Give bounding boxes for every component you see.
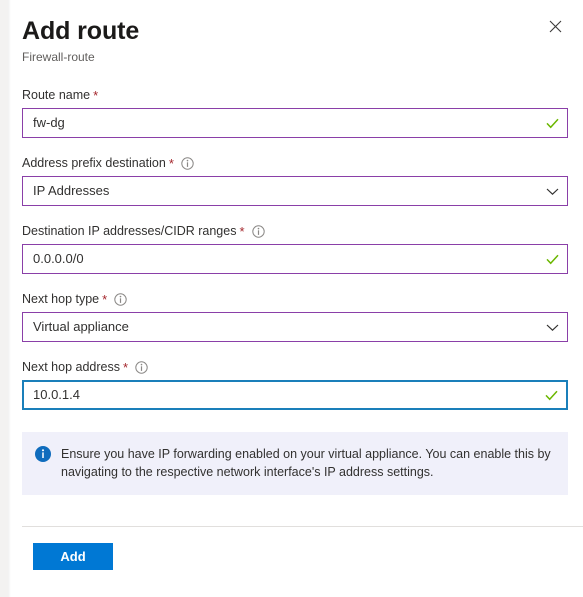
route-name-input[interactable]: fw-dg bbox=[22, 108, 568, 138]
required-asterisk: * bbox=[93, 87, 99, 103]
field-next-hop-address: Next hop address * 10.0.1.4 bbox=[22, 359, 568, 410]
field-destination-ip-ranges: Destination IP addresses/CIDR ranges * 0… bbox=[22, 223, 568, 274]
field-address-prefix-destination: Address prefix destination * IP Addresse… bbox=[22, 155, 568, 206]
check-icon bbox=[536, 382, 566, 408]
blade-header: Add route Firewall-route bbox=[11, 0, 583, 65]
banner-message: Ensure you have IP forwarding enabled on… bbox=[61, 447, 551, 479]
destination-ip-ranges-input[interactable]: 0.0.0.0/0 bbox=[22, 244, 568, 274]
label-text: Destination IP addresses/CIDR ranges bbox=[22, 224, 237, 238]
field-next-hop-address-label: Next hop address * bbox=[22, 359, 568, 375]
footer-divider bbox=[22, 526, 583, 527]
next-hop-address-value: 10.0.1.4 bbox=[33, 387, 80, 402]
add-button[interactable]: Add bbox=[33, 543, 113, 570]
check-icon bbox=[537, 109, 567, 137]
field-next-hop-type-label: Next hop type * bbox=[22, 291, 568, 307]
blade-left-gutter bbox=[0, 0, 8, 597]
route-form: Route name * fw-dg Address prefix destin… bbox=[11, 87, 583, 410]
blade-footer: Add bbox=[22, 543, 113, 570]
next-hop-type-value: Virtual appliance bbox=[33, 319, 129, 334]
info-icon[interactable] bbox=[251, 224, 265, 238]
required-asterisk: * bbox=[122, 359, 129, 375]
page-title: Add route bbox=[22, 17, 140, 45]
field-destination-ip-ranges-label: Destination IP addresses/CIDR ranges * bbox=[22, 223, 568, 239]
required-asterisk: * bbox=[168, 155, 174, 171]
ip-forwarding-info-banner: Ensure you have IP forwarding enabled on… bbox=[22, 432, 568, 495]
label-text: Route name bbox=[22, 88, 91, 102]
close-icon bbox=[549, 20, 562, 33]
label-text: Next hop address bbox=[22, 360, 120, 374]
info-circle-icon bbox=[35, 446, 51, 462]
label-text: Next hop type bbox=[22, 292, 100, 306]
address-prefix-destination-value: IP Addresses bbox=[33, 183, 110, 198]
label-text: Address prefix destination bbox=[22, 156, 166, 170]
address-prefix-destination-select[interactable]: IP Addresses bbox=[22, 176, 568, 206]
field-address-prefix-destination-label: Address prefix destination * bbox=[22, 155, 568, 171]
close-button[interactable] bbox=[539, 10, 571, 42]
blade-content: Add route Firewall-route Route name * fw… bbox=[11, 0, 583, 597]
required-asterisk: * bbox=[239, 223, 245, 239]
info-icon[interactable] bbox=[114, 292, 127, 306]
destination-ip-ranges-value: 0.0.0.0/0 bbox=[33, 251, 84, 266]
page-subtitle: Firewall-route bbox=[22, 50, 95, 64]
field-route-name: Route name * fw-dg bbox=[22, 87, 568, 138]
chevron-down-icon bbox=[537, 313, 567, 341]
add-route-blade: Add route Firewall-route Route name * fw… bbox=[0, 0, 583, 597]
check-icon bbox=[537, 245, 567, 273]
next-hop-address-input[interactable]: 10.0.1.4 bbox=[22, 380, 568, 410]
chevron-down-icon bbox=[537, 177, 567, 205]
route-name-value: fw-dg bbox=[33, 115, 65, 130]
info-icon[interactable] bbox=[135, 360, 148, 374]
info-icon[interactable] bbox=[181, 156, 194, 170]
next-hop-type-select[interactable]: Virtual appliance bbox=[22, 312, 568, 342]
required-asterisk: * bbox=[102, 291, 108, 307]
field-next-hop-type: Next hop type * Virtual appliance bbox=[22, 291, 568, 342]
field-route-name-label: Route name * bbox=[22, 87, 568, 103]
